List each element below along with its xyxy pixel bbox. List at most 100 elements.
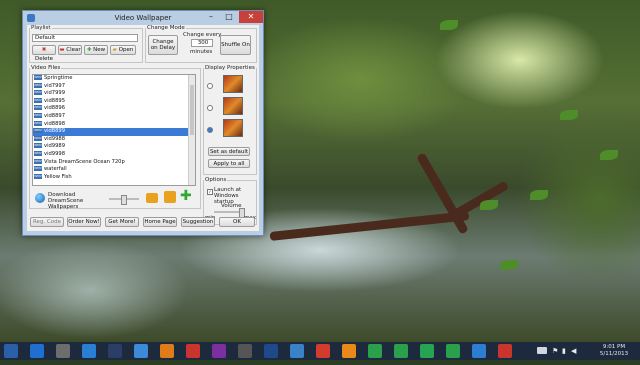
- video-file-row[interactable]: WMV vid8899: [33, 128, 195, 136]
- delete-button[interactable]: ✖ Delete: [32, 45, 56, 62]
- change-on-delay-button[interactable]: Change on Delay: [148, 35, 178, 55]
- display-mode-radio-2[interactable]: [207, 105, 213, 111]
- ppt-icon[interactable]: [186, 344, 200, 358]
- display-thumb-stretch[interactable]: [223, 75, 243, 93]
- vlc-icon[interactable]: [160, 344, 174, 358]
- video-file-row[interactable]: WMV vid8898: [33, 120, 195, 129]
- interval-stepper[interactable]: 300: [191, 39, 213, 47]
- minimize-button[interactable]: –: [203, 11, 219, 23]
- display-thumb-fit[interactable]: [223, 97, 243, 115]
- wmv-file-icon: WMV: [34, 75, 42, 80]
- delete-icon: ✖: [41, 47, 47, 53]
- wmv-file-icon: WMV: [34, 166, 42, 172]
- photoshop-icon[interactable]: [264, 344, 278, 358]
- maximize-button[interactable]: □: [221, 11, 237, 23]
- set-default-button[interactable]: Set as default: [208, 147, 250, 156]
- calendar-icon[interactable]: [30, 344, 44, 358]
- video-file-row[interactable]: WMV vid9989: [33, 143, 195, 151]
- new-button[interactable]: ✚ New: [84, 45, 108, 55]
- video-file-name: waterfall: [44, 166, 67, 173]
- wallpaper-leaf: [600, 150, 618, 160]
- add-video-icon[interactable]: [164, 191, 176, 203]
- video-file-row[interactable]: WMV Springtime: [33, 75, 195, 83]
- remove-video-icon[interactable]: [146, 193, 158, 203]
- scrollbar-thumb[interactable]: [190, 85, 194, 135]
- video-file-name: vid9988: [44, 135, 66, 142]
- network-icon[interactable]: ▮: [562, 347, 566, 365]
- open-button[interactable]: ▰ Open: [110, 45, 136, 55]
- apply-all-button[interactable]: Apply to all: [208, 159, 250, 168]
- video-file-row[interactable]: WMV vid7997: [33, 82, 195, 91]
- video-file-row[interactable]: WMV Yellow Fish: [33, 173, 195, 182]
- maps-icon[interactable]: [420, 344, 434, 358]
- clear-icon: ▬: [59, 47, 65, 53]
- kmplayer-icon[interactable]: [290, 344, 304, 358]
- display-properties-legend: Display Properties: [205, 65, 255, 71]
- delete-button-label: Delete: [34, 56, 54, 62]
- chrome-icon[interactable]: [316, 344, 330, 358]
- add-icon[interactable]: ✚: [180, 189, 193, 203]
- video-file-name: vid9998: [44, 150, 66, 157]
- reg-code-button[interactable]: Reg. Code: [30, 217, 64, 227]
- chat-icon[interactable]: [446, 344, 460, 358]
- chart-icon[interactable]: [56, 344, 70, 358]
- video-file-row[interactable]: WMV vid8897: [33, 112, 195, 121]
- folder-icon[interactable]: [134, 344, 148, 358]
- suggestion-button[interactable]: Suggestion: [181, 217, 215, 227]
- wallpaper-leaf: [560, 110, 578, 120]
- video-file-name: Springtime: [44, 75, 73, 81]
- video-file-list[interactable]: WMV Springtime WMV vid7997 WMV vid7999 WMV vid8…: [32, 74, 196, 186]
- wmv-file-icon: WMV: [34, 120, 42, 126]
- volume-icon[interactable]: ◀: [571, 347, 576, 365]
- playlist-legend: Playlist: [31, 25, 51, 31]
- keyboard-icon[interactable]: [537, 347, 547, 354]
- display-thumb-fill[interactable]: [223, 119, 243, 137]
- windows-icon[interactable]: [472, 344, 486, 358]
- window-client-area: Playlist Default ✖ Delete ▬ Clear ✚ New …: [27, 25, 259, 231]
- launch-startup-checkbox[interactable]: ✓: [207, 189, 213, 195]
- title-bar[interactable]: Video Wallpaper – □ ✕: [23, 11, 263, 25]
- video-file-row[interactable]: WMV Vista DreamScene Ocean 720p: [33, 158, 195, 167]
- video-file-row[interactable]: WMV waterfall: [33, 166, 195, 174]
- preview-slider-knob[interactable]: [121, 195, 127, 205]
- clear-button[interactable]: ▬ Clear: [58, 45, 82, 55]
- order-now-button[interactable]: Order Now!: [67, 217, 101, 227]
- file-rows: WMV Springtime WMV vid7997 WMV vid7999 WMV vid8…: [33, 75, 195, 181]
- video-file-name: vid8897: [44, 112, 66, 119]
- download-link[interactable]: Download DreamScene Wallpapers: [48, 192, 108, 210]
- new-icon: ✚: [86, 47, 92, 53]
- video-file-name: Yellow Fish: [44, 173, 72, 180]
- display-mode-radio-1[interactable]: [207, 83, 213, 89]
- video-file-name: vid8899: [44, 128, 66, 135]
- shuffle-button[interactable]: Shuffle On: [220, 35, 251, 55]
- ok-button[interactable]: OK: [219, 217, 255, 227]
- video-file-row[interactable]: WMV vid9988: [33, 135, 195, 144]
- video-file-row[interactable]: WMV vid9998: [33, 150, 195, 159]
- video-file-row[interactable]: WMV vid8896: [33, 105, 195, 113]
- clock[interactable]: 9:01 PM 5/11/2013: [592, 344, 636, 362]
- water-drop-icon[interactable]: [82, 344, 96, 358]
- pdf-icon[interactable]: [498, 344, 512, 358]
- video-file-name: Vista DreamScene Ocean 720p: [44, 158, 125, 165]
- wmv-file-icon: WMV: [34, 97, 42, 103]
- start-icon[interactable]: [4, 344, 18, 358]
- firefox-icon[interactable]: [342, 344, 356, 358]
- whatsapp-icon[interactable]: [368, 344, 382, 358]
- video-file-row[interactable]: WMV vid8895: [33, 97, 195, 106]
- globe-icon: [35, 193, 45, 203]
- new-button-label: New: [93, 47, 106, 53]
- close-button[interactable]: ✕: [239, 11, 263, 23]
- get-more-button[interactable]: Get More!: [105, 217, 139, 227]
- flag-icon[interactable]: ⚑: [552, 347, 558, 365]
- display-mode-radio-3[interactable]: [207, 127, 213, 133]
- hardware-icon[interactable]: [238, 344, 252, 358]
- terminal-icon[interactable]: [108, 344, 122, 358]
- media-icon[interactable]: [212, 344, 226, 358]
- video-file-row[interactable]: WMV vid7999: [33, 90, 195, 98]
- clock-date: 5/11/2013: [599, 351, 629, 357]
- list-scrollbar[interactable]: [188, 75, 195, 185]
- phone-icon[interactable]: [394, 344, 408, 358]
- video-file-name: vid8896: [44, 105, 66, 112]
- home-page-button[interactable]: Home Page: [143, 217, 177, 227]
- playlist-select[interactable]: Default: [32, 34, 138, 42]
